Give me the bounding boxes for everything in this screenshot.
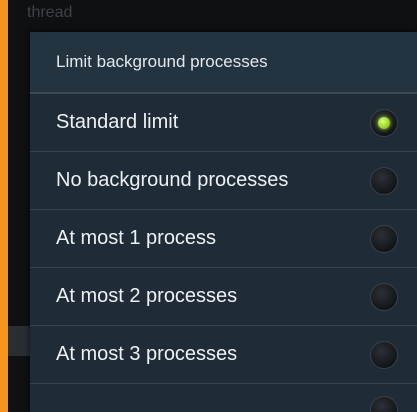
radio-button[interactable] (370, 224, 398, 253)
radio-button[interactable] (370, 166, 398, 195)
option-partially-visible[interactable] (30, 384, 417, 412)
option-label: No background processes (56, 169, 289, 191)
option-standard-limit[interactable]: Standard limit (30, 94, 417, 152)
option-at-most-2-processes[interactable]: At most 2 processes (30, 268, 417, 326)
radio-button[interactable] (370, 396, 398, 412)
radio-button[interactable] (370, 340, 398, 369)
option-label: At most 2 processes (56, 285, 238, 307)
radio-button-selected[interactable] (370, 108, 398, 137)
option-label: Standard limit (56, 111, 179, 133)
radio-button[interactable] (370, 282, 398, 311)
option-label: At most 3 processes (56, 343, 238, 365)
limit-background-processes-dialog: Limit background processes Standard limi… (30, 32, 417, 412)
device-screen: thread Limit background processes Standa… (8, 0, 417, 412)
dialog-header: Limit background processes (30, 32, 417, 94)
option-no-background-processes[interactable]: No background processes (30, 152, 417, 210)
option-at-most-3-processes[interactable]: At most 3 processes (30, 326, 417, 384)
background-text: thread (27, 4, 73, 21)
option-at-most-1-process[interactable]: At most 1 process (30, 210, 417, 268)
dialog-title: Limit background processes (56, 52, 268, 71)
option-label: At most 1 process (56, 227, 217, 249)
